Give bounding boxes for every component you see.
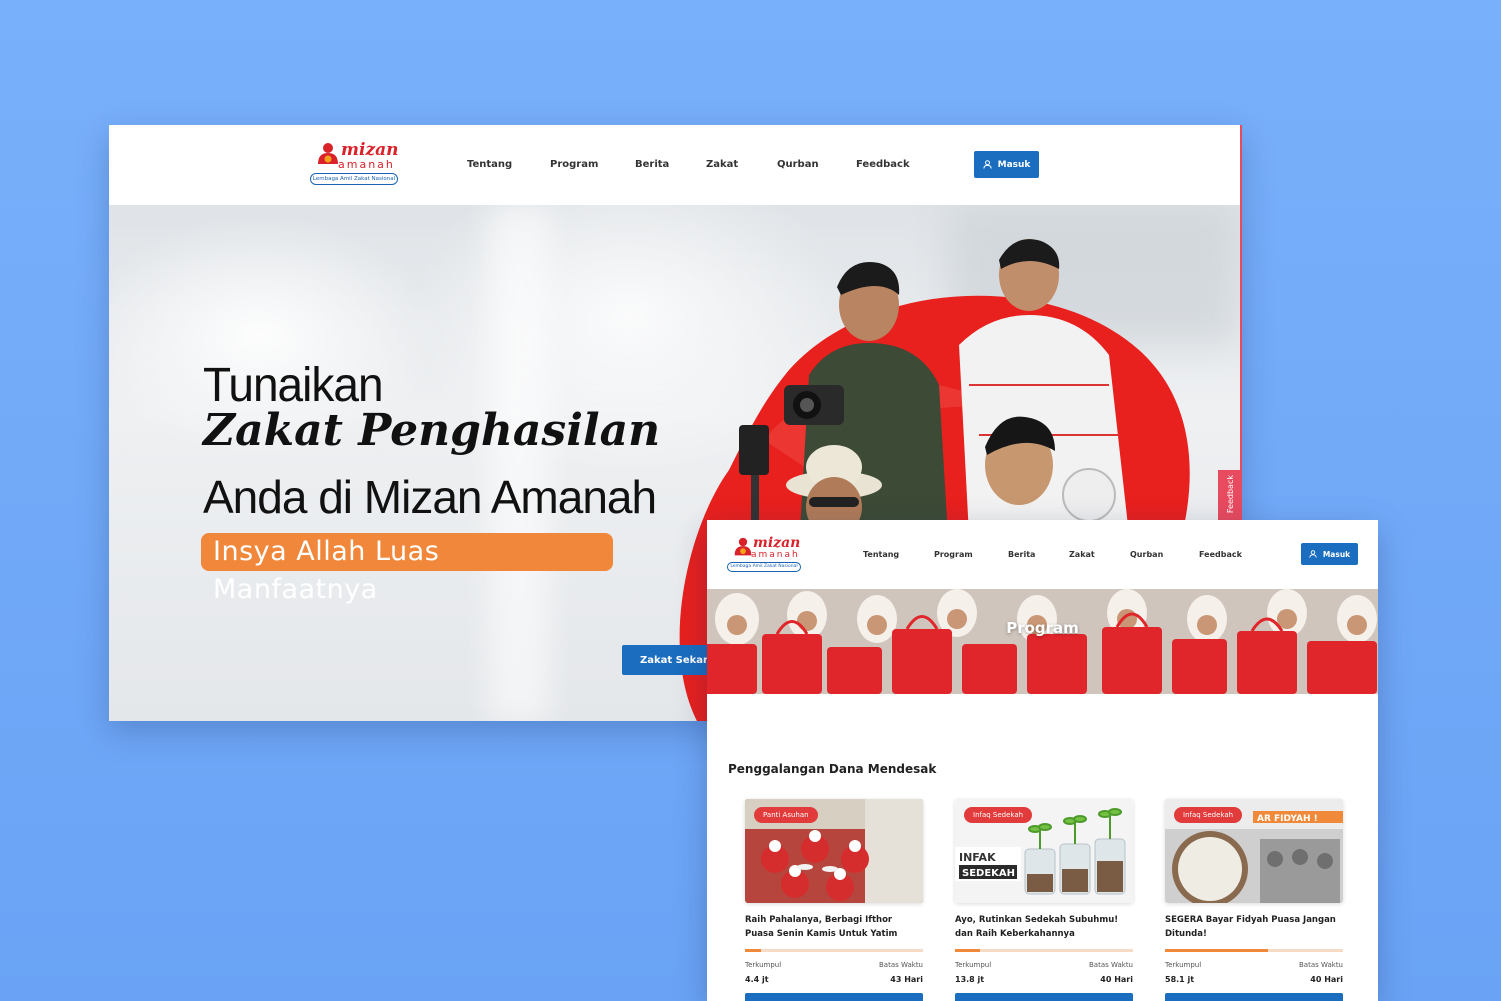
program-login-button[interactable]: Masuk: [1301, 543, 1358, 565]
program-logo-tagline: Lembaga Amil Zakat Nasional: [727, 562, 801, 572]
program-nav-berita[interactable]: Berita: [1008, 520, 1035, 589]
collected-label: Terkumpul: [1165, 961, 1202, 969]
user-icon: [983, 160, 992, 169]
svg-text:AR FIDYAH !: AR FIDYAH !: [1257, 814, 1318, 824]
collected-amount: 58.1 jt: [1165, 975, 1195, 984]
collected-label: Terkumpul: [955, 961, 992, 969]
collected-amount: 13.8 jt: [955, 975, 985, 984]
logo-mark-icon: [318, 143, 338, 164]
collected-amount: 4.4 jt: [745, 975, 769, 984]
login-button[interactable]: Masuk: [974, 151, 1039, 178]
card2-image-text: INFAK: [959, 851, 996, 864]
campaign-title: Ayo, Rutinkan Sedekah Subuhmu! dan Raih …: [955, 915, 1119, 939]
svg-text:SEDEKAH: SEDEKAH: [962, 868, 1015, 879]
program-hero-banner: Program: [707, 589, 1378, 694]
program-nav-tentang[interactable]: Tentang: [863, 520, 899, 589]
nav-berita[interactable]: Berita: [635, 125, 669, 205]
login-label: Masuk: [997, 159, 1031, 170]
hero-bg-pillar: [489, 205, 549, 721]
nav-program[interactable]: Program: [550, 125, 598, 205]
program-nav-zakat[interactable]: Zakat: [1069, 520, 1095, 589]
campaign-category-badge: Panti Asuhan: [754, 807, 818, 823]
days-remaining: 43 Hari: [890, 975, 923, 984]
program-nav-feedback[interactable]: Feedback: [1199, 520, 1242, 589]
deadline-label: Batas Waktu: [1089, 961, 1133, 969]
logo-name-top: mizan: [341, 140, 399, 160]
campaign-title: Raih Pahalanya, Berbagi Ifthor Puasa Sen…: [745, 915, 898, 939]
days-remaining: 40 Hari: [1100, 975, 1133, 984]
nav-qurban[interactable]: Qurban: [777, 125, 819, 205]
hero-title-line3: Anda di Mizan Amanah: [203, 471, 657, 523]
program-navbar: mizan amanah Lembaga Amil Zakat Nasional…: [707, 520, 1378, 589]
campaign-title: SEGERA Bayar Fidyah Puasa Jangan Ditunda…: [1165, 915, 1336, 939]
feedback-tab-label: Feedback: [1225, 475, 1235, 514]
donate-button[interactable]: [955, 993, 1133, 1001]
collected-label: Terkumpul: [745, 961, 782, 969]
program-user-icon: [1309, 550, 1317, 558]
hero-title-line1: Tunaikan: [203, 356, 384, 412]
nav-feedback[interactable]: Feedback: [856, 125, 910, 205]
program-page-window: mizan amanah Lembaga Amil Zakat Nasional…: [707, 520, 1378, 1001]
program-site-logo[interactable]: mizan amanah Lembaga Amil Zakat Nasional: [727, 534, 803, 574]
hero-tagline-badge: Insya Allah Luas Manfaatnya: [201, 533, 613, 605]
campaign-card-image: Panti Asuhan: [745, 799, 923, 903]
campaign-category-badge: Infaq Sedekah: [964, 807, 1033, 823]
program-nav-program[interactable]: Program: [934, 520, 973, 589]
program-login-label: Masuk: [1322, 549, 1351, 559]
campaign-progress-bar: [1165, 949, 1343, 952]
campaign-card-2[interactable]: INFAK SEDEKAH Infaq Sedekah Ayo, Rutinka…: [955, 799, 1133, 1001]
deadline-label: Batas Waktu: [1299, 961, 1343, 969]
nav-zakat[interactable]: Zakat: [706, 125, 738, 205]
nav-tentang[interactable]: Tentang: [467, 125, 512, 205]
campaign-card-image: AR FIDYAH ! Infaq Sedekah: [1165, 799, 1343, 903]
deadline-label: Batas Waktu: [879, 961, 923, 969]
donate-button[interactable]: [745, 993, 923, 1001]
days-remaining: 40 Hari: [1310, 975, 1343, 984]
logo-name-bottom: amanah: [338, 158, 395, 171]
program-logo-mark-icon: [734, 537, 752, 556]
children-with-bags-photo: [707, 589, 1378, 694]
campaign-progress-bar: [745, 949, 923, 952]
logo-tagline: Lembaga Amil Zakat Nasional: [310, 173, 398, 185]
program-logo-name-bottom: amanah: [751, 550, 800, 560]
campaign-category-badge: Infaq Sedekah: [1174, 807, 1243, 823]
campaign-progress-bar: [955, 949, 1133, 952]
program-logo-name-top: mizan: [753, 535, 801, 551]
program-nav-qurban[interactable]: Qurban: [1130, 520, 1163, 589]
campaign-card-3[interactable]: AR FIDYAH ! Infaq Sedekah SEGERA Bayar F…: [1165, 799, 1343, 1001]
banner-title: Program: [1006, 619, 1079, 637]
hero-title-line2: Zakat Penghasilan: [203, 405, 661, 456]
urgent-fundraising-title: Penggalangan Dana Mendesak: [728, 762, 937, 776]
campaign-card-image: INFAK SEDEKAH Infaq Sedekah: [955, 799, 1133, 903]
site-logo[interactable]: mizan amanah Lembaga Amil Zakat Nasional: [310, 136, 400, 188]
top-navbar: mizan amanah Lembaga Amil Zakat Nasional…: [109, 125, 1240, 205]
donate-button[interactable]: [1165, 993, 1343, 1001]
campaign-card-1[interactable]: Panti Asuhan Raih Pahalanya, Berbagi Ift…: [745, 799, 923, 1001]
